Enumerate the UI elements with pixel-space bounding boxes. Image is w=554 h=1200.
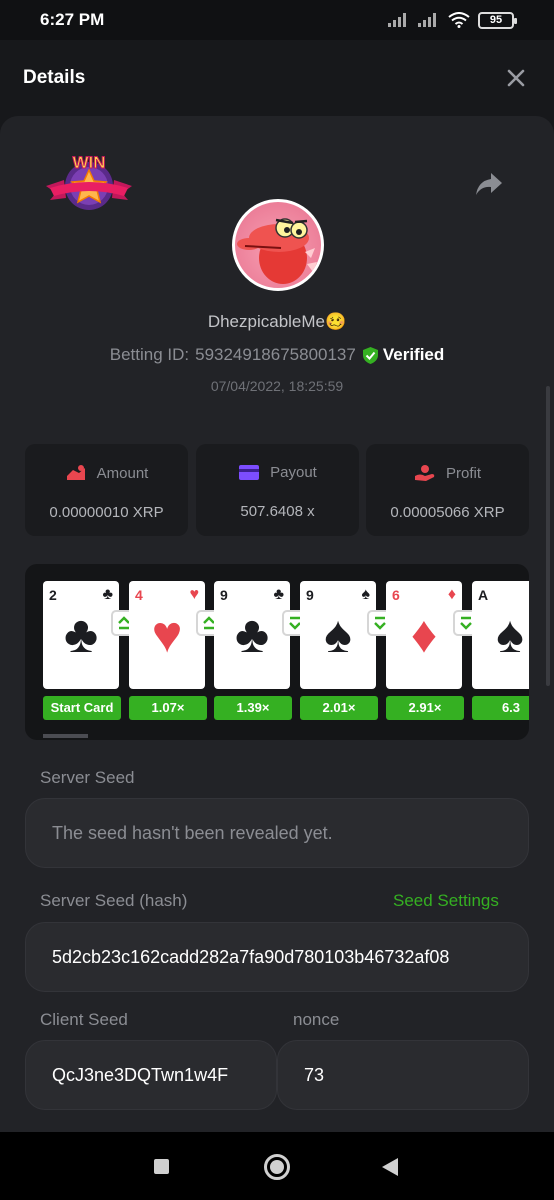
- clubs-icon: ♣: [234, 606, 270, 664]
- multiplier-4: 2.01×: [300, 696, 378, 720]
- nonce-field[interactable]: 73: [277, 1040, 529, 1110]
- multiplier-6: 6.3: [472, 696, 529, 720]
- payout-value: 507.6408 x: [240, 503, 315, 520]
- server-seed-hash-label: Server Seed (hash): [40, 891, 188, 910]
- client-seed-value: QcJ3ne3DQTwn1w4F: [52, 1064, 229, 1085]
- bet-datetime: 07/04/2022, 18:25:59: [210, 378, 344, 394]
- spades-icon: ♠: [324, 606, 352, 664]
- amount-label: Amount: [96, 464, 149, 482]
- server-seed-field: The seed hasn't been revealed yet.: [25, 798, 529, 868]
- card-1: 2 ♣ ♣: [43, 581, 119, 689]
- profit-label: Profit: [445, 464, 481, 482]
- status-icons: 95: [388, 11, 517, 29]
- battery-icon: 95: [478, 11, 517, 29]
- card-2: 4 ♥ ♥: [129, 581, 205, 689]
- server-seed-hash-field[interactable]: 5d2cb23c162cadd282a7fa90d780103b46732af0…: [25, 922, 529, 992]
- avatar: [232, 199, 324, 291]
- win-badge: WIN: [44, 148, 134, 214]
- dinosaur-avatar-icon: [237, 218, 317, 284]
- betting-id-label: Betting ID:: [109, 345, 190, 364]
- diamonds-icon: ♦: [410, 606, 438, 664]
- amount-value: 0.00000010 XRP: [49, 504, 164, 521]
- betting-id-row: Betting ID: 59324918675800137 Verified: [0, 345, 554, 365]
- wifi-icon: [448, 12, 470, 28]
- client-seed-label: Client Seed: [40, 1010, 128, 1029]
- scrollbar[interactable]: [546, 386, 550, 686]
- betting-id: 59324918675800137: [195, 345, 356, 364]
- card-5: 6 ♦ ♦: [386, 581, 462, 689]
- card-suit-corner: ♦: [447, 586, 456, 603]
- card-rank: 9: [220, 587, 228, 603]
- status-time: 6:27 PM: [40, 10, 105, 29]
- close-icon: [507, 69, 525, 87]
- header: Details: [0, 40, 554, 116]
- back-button[interactable]: [382, 1158, 398, 1176]
- card-rank: A: [478, 587, 489, 603]
- card-4: 9 ♠ ♠: [300, 581, 376, 689]
- spades-icon: ♠: [496, 606, 524, 664]
- recents-button[interactable]: [154, 1159, 169, 1174]
- stat-profit: Profit 0.00005066 XRP: [366, 444, 529, 536]
- username: DhezpicableMe🥴: [207, 312, 347, 331]
- share-icon: [476, 173, 502, 195]
- multiplier-5: 2.91×: [386, 696, 464, 720]
- horizontal-scrollbar[interactable]: [43, 734, 88, 738]
- clubs-icon: ♣: [63, 606, 99, 664]
- page-title: Details: [23, 67, 86, 88]
- signal-icon: [388, 13, 406, 27]
- card-rank: 6: [392, 587, 400, 603]
- system-nav-bar: [0, 1132, 554, 1200]
- card-payment-icon: [239, 465, 260, 480]
- card-suit-corner: ♣: [273, 586, 285, 603]
- money-hand-icon: [66, 465, 85, 480]
- stat-amount: Amount 0.00000010 XRP: [25, 444, 188, 536]
- multiplier-start: Start Card: [43, 696, 121, 720]
- profit-hand-icon: [414, 465, 435, 481]
- server-seed-value: The seed hasn't been revealed yet.: [52, 822, 333, 843]
- card-rank: 2: [49, 587, 57, 603]
- card-suit-corner: ♥: [189, 586, 200, 603]
- card-history[interactable]: 2 ♣ ♣ 4 ♥ ♥ 9 ♣ ♣ 9 ♠ ♠ 6 ♦ ♦ A ♠ Start …: [25, 564, 529, 740]
- seed-settings-link[interactable]: Seed Settings: [393, 891, 499, 911]
- share-button[interactable]: [474, 170, 504, 198]
- win-badge-text: WIN: [72, 153, 105, 172]
- win-star-icon: WIN: [46, 153, 132, 210]
- server-seed-label: Server Seed: [40, 768, 135, 787]
- stat-payout: Payout 507.6408 x: [196, 444, 359, 536]
- nonce-label: nonce: [293, 1010, 340, 1029]
- server-seed-hash-value: 5d2cb23c162cadd282a7fa90d780103b46732af0…: [52, 946, 450, 967]
- client-seed-field[interactable]: QcJ3ne3DQTwn1w4F: [25, 1040, 277, 1110]
- card-rank: 9: [306, 587, 314, 603]
- card-3: 9 ♣ ♣: [214, 581, 290, 689]
- shield-check-icon: [362, 346, 378, 364]
- details-panel: WIN DhezpicableMe🥴 Betting ID: 593249186…: [0, 116, 554, 1132]
- close-button[interactable]: [501, 63, 531, 93]
- status-bar: 6:27 PM 95: [0, 0, 554, 40]
- multiplier-2: 1.07×: [129, 696, 207, 720]
- hearts-icon: ♥: [151, 606, 183, 664]
- multiplier-3: 1.39×: [214, 696, 292, 720]
- home-button[interactable]: [264, 1154, 290, 1180]
- verified-label: Verified: [382, 345, 445, 364]
- payout-label: Payout: [270, 464, 317, 481]
- verified-badge: Verified: [362, 345, 444, 365]
- card-suit-corner: ♣: [102, 586, 114, 603]
- signal-icon-2: [418, 13, 436, 27]
- profit-value: 0.00005066 XRP: [390, 504, 505, 521]
- card-suit-corner: ♠: [361, 586, 371, 603]
- nonce-value: 73: [304, 1064, 325, 1085]
- card-rank: 4: [135, 587, 143, 603]
- card-6: A ♠ ♠: [472, 581, 529, 689]
- battery-level: 95: [489, 14, 503, 26]
